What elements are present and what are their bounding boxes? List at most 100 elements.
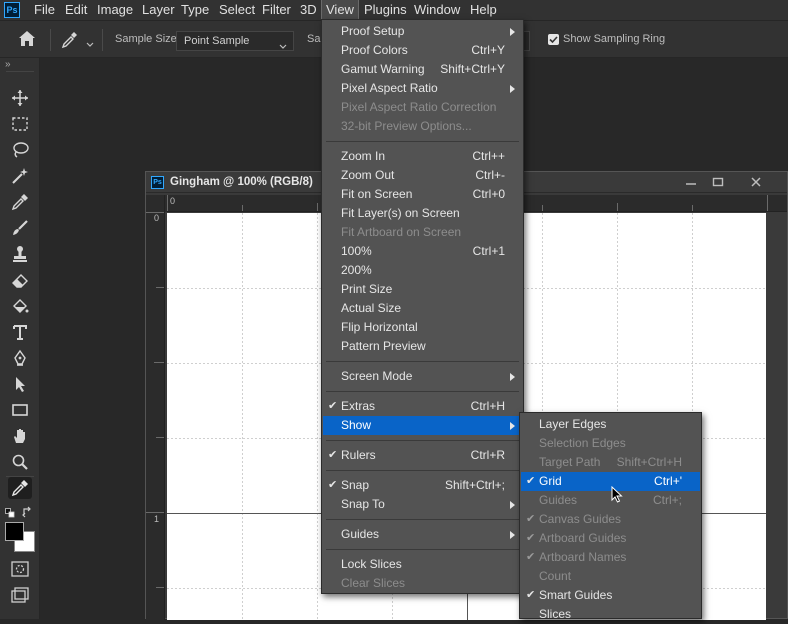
quick-mask-icon[interactable] [11,561,29,580]
menu-edit[interactable]: Edit [61,0,91,20]
view-menu-item-rulers[interactable]: ✔ Rulers Ctrl+R [323,446,522,465]
tool-preset-eyedropper-icon[interactable] [60,31,80,52]
menu-item-label: Snap To [341,497,385,511]
menu-item-shortcut: Ctrl+' [654,474,682,488]
sample-size-select[interactable]: Point Sample [176,31,294,51]
stamp-icon [13,246,27,262]
menu-select[interactable]: Select [215,0,259,20]
menu-bar: Ps File Edit Image Layer Type Select Fil… [0,0,788,21]
hand-tool[interactable] [8,425,32,447]
menu-view[interactable]: View [321,0,359,21]
menu-item-shortcut: Shift+Ctrl+H [616,455,682,469]
menu-item-label: Proof Colors [341,43,408,57]
view-menu-item-zoom-out[interactable]: Zoom Out Ctrl+- [323,166,522,185]
checkmark-icon: ✔ [526,551,536,563]
submenu-arrow-icon [510,373,515,381]
menu-file[interactable]: File [30,0,59,20]
default-colors-icon[interactable] [5,507,15,521]
view-menu-item-lock-slices[interactable]: Lock Slices [323,555,522,574]
eyedropper-tool-active[interactable] [8,477,32,499]
path-select-icon [16,377,25,392]
view-menu-item-pixel-aspect-ratio[interactable]: Pixel Aspect Ratio [323,79,522,98]
menu-item-label: 200% [341,263,372,277]
menu-filter[interactable]: Filter [258,0,295,20]
foreground-color-swatch[interactable] [5,522,24,541]
maximize-icon[interactable] [712,176,724,191]
menu-item-shortcut: Shift+Ctrl+; [444,478,505,492]
menu-item-label: Extras [341,399,376,413]
zoom-tool[interactable] [8,451,32,473]
brush-tool[interactable] [8,217,32,239]
menu-layer[interactable]: Layer [138,0,179,20]
view-menu-item-snap-to[interactable]: Snap To [323,495,522,514]
clone-stamp-tool[interactable] [8,243,32,265]
view-menu-item-gamut-warning[interactable]: Gamut Warning Shift+Ctrl+Y [323,60,522,79]
menu-type[interactable]: Type [177,0,213,20]
menu-item-label: Print Size [341,282,393,296]
chevron-down-icon[interactable] [86,37,94,51]
collapse-chevrons-icon[interactable]: » [5,59,11,70]
menu-item-label: 32-bit Preview Options... [341,119,472,133]
view-menu-item-actual-size[interactable]: Actual Size [323,299,522,318]
move-tool[interactable] [8,87,32,109]
view-menu-item-200[interactable]: 200% [323,261,522,280]
view-menu-item-fit-layer-s-on-screen[interactable]: Fit Layer(s) on Screen [323,204,522,223]
view-menu-item-show[interactable]: Show [323,416,522,435]
show-submenu-item-slices[interactable]: Slices [521,605,700,624]
view-menu-item-32-bit-preview-options: 32-bit Preview Options... [323,117,522,136]
show-submenu-item-layer-edges[interactable]: Layer Edges [521,415,700,434]
menu-item-label: Pixel Aspect Ratio Correction [341,100,497,114]
view-menu-item-print-size[interactable]: Print Size [323,280,522,299]
menu-item-label: Canvas Guides [539,512,622,526]
view-menu-item-pattern-preview[interactable]: Pattern Preview [323,337,522,356]
toolbar-divider [6,71,34,72]
view-menu-item-flip-horizontal[interactable]: Flip Horizontal [323,318,522,337]
path-selection-tool[interactable] [8,373,32,395]
view-menu-item-zoom-in[interactable]: Zoom In Ctrl++ [323,147,522,166]
eraser-tool[interactable] [8,269,32,291]
menu-item-shortcut: Ctrl+H [470,399,505,413]
eyedropper-tool[interactable] [8,191,32,213]
vertical-ruler[interactable]: 0 1 [146,195,165,620]
view-menu-item-100[interactable]: 100% Ctrl+1 [323,242,522,261]
magic-wand-tool[interactable] [8,165,32,187]
view-menu-item-snap[interactable]: ✔ Snap Shift+Ctrl+; [323,476,522,495]
view-menu-item-fit-on-screen[interactable]: Fit on Screen Ctrl+0 [323,185,522,204]
view-menu-item-proof-colors[interactable]: Proof Colors Ctrl+Y [323,41,522,60]
pen-tool[interactable] [8,347,32,369]
swap-colors-icon[interactable] [22,506,34,521]
screen-mode-icon[interactable] [11,587,29,606]
menu-item-label: Snap [341,478,370,492]
brush-icon [13,220,28,235]
view-menu-item-guides[interactable]: Guides [323,525,522,544]
view-menu-item-fit-artboard-on-screen: Fit Artboard on Screen [323,223,522,242]
close-icon[interactable] [750,176,762,191]
home-icon[interactable] [18,30,36,50]
photoshop-logo-icon[interactable]: Ps [4,2,20,18]
menu-item-label: Layer Edges [539,417,607,431]
view-menu-item-proof-setup[interactable]: Proof Setup [323,22,522,41]
type-tool[interactable] [8,321,32,343]
menu-help[interactable]: Help [466,0,501,20]
marquee-tool[interactable] [8,113,32,135]
menu-window[interactable]: Window [410,0,464,20]
menu-separator [326,549,519,550]
menu-plugins[interactable]: Plugins [360,0,411,20]
show-sampling-ring-checkbox[interactable] [548,34,559,45]
rectangle-tool[interactable] [8,399,32,421]
menu-image[interactable]: Image [93,0,137,20]
show-submenu-item-smart-guides[interactable]: ✔ Smart Guides [521,586,700,605]
menu-item-label: Rulers [341,448,376,462]
lasso-tool[interactable] [8,139,32,161]
view-menu-item-screen-mode[interactable]: Screen Mode [323,367,522,386]
eraser-icon [12,274,28,288]
menu-item-label: Zoom Out [341,168,395,182]
minimize-icon[interactable] [685,176,697,191]
mouse-cursor-icon [611,485,623,507]
paint-bucket-tool[interactable] [8,295,32,317]
menu-item-label: Artboard Names [539,550,627,564]
menu-item-label: Fit on Screen [341,187,413,201]
view-menu-item-extras[interactable]: ✔ Extras Ctrl+H [323,397,522,416]
menu-3d[interactable]: 3D [296,0,321,20]
menu-separator [326,361,519,362]
